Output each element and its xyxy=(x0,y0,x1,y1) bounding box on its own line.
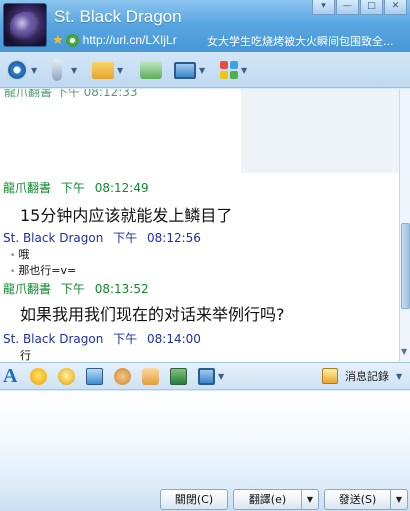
message-time: 08:12:49 xyxy=(94,181,149,195)
chevron-down-icon[interactable]: ▼ xyxy=(117,66,123,75)
close-window-button[interactable]: ✕ xyxy=(384,0,407,15)
sender-name[interactable]: 龍爪翻書 xyxy=(3,282,51,296)
send-options-button[interactable]: ▼ xyxy=(391,489,408,510)
sender-name[interactable]: St. Black Dragon xyxy=(3,231,103,245)
message-time: 08:14:00 xyxy=(147,332,201,346)
chat-toolbar: ▼ ▼ ▼ ▼ ▼ xyxy=(0,52,410,88)
scroll-down-icon[interactable]: ▼ xyxy=(401,347,407,356)
apps-grid-icon xyxy=(220,61,238,79)
message-ampm: 下午 xyxy=(60,282,85,296)
message-ampm: 下午 xyxy=(60,181,85,195)
star-icon[interactable]: ★ xyxy=(52,34,64,47)
webcam-icon xyxy=(6,59,28,81)
grid-cell xyxy=(220,71,228,79)
shake-window-icon[interactable] xyxy=(142,368,159,385)
bullet-icon: • xyxy=(10,267,16,277)
minimize-button[interactable]: — xyxy=(336,0,359,15)
translate-button[interactable]: 翻譯(e) xyxy=(233,489,302,510)
chevron-down-icon[interactable]: ▼ xyxy=(396,372,402,381)
message-ampm: 下午 xyxy=(113,231,138,245)
send-image-icon[interactable] xyxy=(170,368,187,385)
contact-avatar[interactable] xyxy=(3,3,47,47)
chat-scrollbar[interactable]: ▼ xyxy=(399,89,410,362)
contact-name: St. Black Dragon xyxy=(54,7,182,26)
message-header: 龍爪翻書 下午 08:12:49 xyxy=(3,179,149,196)
format-toolbar: A ▼ 消息記錄 ▼ xyxy=(0,362,410,390)
window-controls: ▾ — □ ✕ xyxy=(311,0,407,15)
chevron-down-icon[interactable]: ▼ xyxy=(218,372,224,381)
message-time: 08:13:52 xyxy=(94,282,149,296)
chevron-down-icon[interactable]: ▼ xyxy=(241,66,247,75)
magic-emoji-icon[interactable] xyxy=(58,368,75,385)
apps-button[interactable]: ▼ xyxy=(220,57,247,83)
message-history-button[interactable]: 消息記錄 ▼ xyxy=(322,368,402,384)
history-icon xyxy=(322,368,338,384)
dragon-avatar-image xyxy=(10,12,40,40)
message-text: 15分钟内应该就能发上鳞目了 xyxy=(20,206,233,225)
menu-button[interactable]: ▾ xyxy=(312,0,335,15)
chat-history[interactable]: 龍爪翻書 下午 08:12:33 龍爪翻書 下午 08:12:49 15分钟内应… xyxy=(0,89,399,362)
contact-signature: 女大学生吃烧烤被大火瞬间包围致全... xyxy=(207,35,394,48)
scroll-thumb[interactable] xyxy=(401,223,410,309)
font-icon[interactable]: A xyxy=(3,365,17,388)
close-button[interactable]: 關閉(C) xyxy=(160,489,228,510)
chevron-down-icon[interactable]: ▼ xyxy=(71,66,77,75)
message-header: St. Black Dragon 下午 08:14:00 xyxy=(3,330,201,347)
microphone-icon xyxy=(52,59,62,81)
message-text: 如果我用我们现在的对话来举例行吗? xyxy=(20,305,285,324)
voice-button[interactable]: ▼ xyxy=(46,57,77,83)
chevron-down-icon[interactable]: ▼ xyxy=(31,66,37,75)
sender-name[interactable]: 龍爪翻書 xyxy=(3,181,51,195)
message-header: St. Black Dragon 下午 08:12:56 xyxy=(3,229,201,246)
bottom-button-bar: 關閉(C) 翻譯(e) ▼ 發送(S) ▼ xyxy=(0,486,410,511)
message-text: 那也行=v= xyxy=(18,264,77,277)
message-ampm: 下午 xyxy=(113,332,138,346)
send-button[interactable]: 發送(S) xyxy=(324,489,391,510)
screen-share-icon[interactable] xyxy=(198,368,215,385)
grid-cell xyxy=(230,61,238,69)
message-text: 行 xyxy=(20,349,31,362)
folder-icon xyxy=(92,61,114,79)
chevron-down-icon[interactable]: ▼ xyxy=(199,66,205,75)
maximize-button[interactable]: □ xyxy=(360,0,383,15)
previous-message-header: 龍爪翻書 下午 08:12:33 xyxy=(4,89,138,99)
send-file-button[interactable]: ▼ xyxy=(92,57,123,83)
webcam-button[interactable]: ▼ xyxy=(6,57,37,83)
status-row: ★ http://url.cn/LXIjLr xyxy=(52,32,177,48)
remote-screen-icon xyxy=(174,61,196,79)
translate-options-button[interactable]: ▼ xyxy=(302,489,319,510)
create-group-button[interactable] xyxy=(140,57,162,83)
gift-icon[interactable] xyxy=(114,368,131,385)
message-line: • 哦 xyxy=(10,246,29,262)
link-status-icon[interactable] xyxy=(65,33,79,47)
sender-name[interactable]: St. Black Dragon xyxy=(3,332,103,346)
remote-assist-button[interactable]: ▼ xyxy=(174,57,205,83)
title-bar: St. Black Dragon ★ http://url.cn/LXIjLr … xyxy=(0,0,410,52)
message-text: 哦 xyxy=(18,248,30,261)
message-time: 08:12:56 xyxy=(147,231,201,245)
emoji-icon[interactable] xyxy=(30,368,47,385)
grey-panel xyxy=(241,89,399,173)
history-label: 消息記錄 xyxy=(345,370,389,383)
grid-cell xyxy=(220,61,228,69)
profile-url[interactable]: http://url.cn/LXIjLr xyxy=(83,33,177,47)
grid-cell xyxy=(230,71,238,79)
message-input[interactable] xyxy=(0,391,410,486)
screenshot-icon[interactable] xyxy=(86,368,103,385)
message-line: • 那也行=v= xyxy=(10,262,76,278)
add-icon xyxy=(140,61,162,79)
bullet-icon: • xyxy=(10,251,16,261)
message-header: 龍爪翻書 下午 08:13:52 xyxy=(3,280,149,297)
